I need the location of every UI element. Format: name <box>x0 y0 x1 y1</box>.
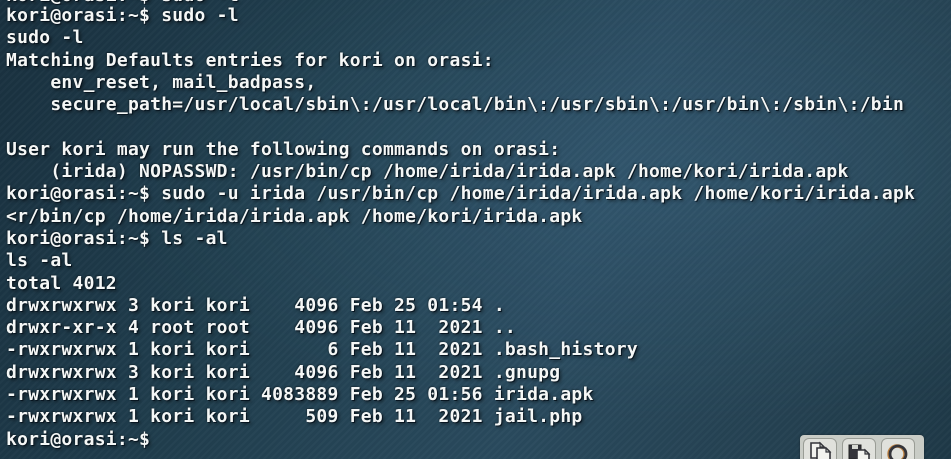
terminal-line: <r/bin/cp /home/irida/irida.apk /home/ko… <box>6 205 583 227</box>
search-icon <box>887 444 908 459</box>
terminal-line: env_reset, mail_badpass, <box>6 71 317 93</box>
terminal-line: drwxr-xr-x 4 root root 4096 Feb 11 2021 … <box>6 317 516 339</box>
terminal-line: kori@orasi:~$ sudo -l <box>6 5 239 26</box>
terminal-line: (irida) NOPASSWD: /usr/bin/cp /home/irid… <box>6 161 849 183</box>
save-icon <box>848 444 871 459</box>
terminal-line: sudo -l <box>6 27 84 49</box>
save-button[interactable] <box>842 438 876 459</box>
terminal-line: -rwxrwxrwx 1 kori kori 509 Feb 11 2021 j… <box>6 406 583 428</box>
terminal-line: secure_path=/usr/local/sbin\:/usr/local/… <box>6 94 905 116</box>
copy-icon <box>810 441 832 459</box>
terminal-line: kori@orasi:~$ sudo -u irida /usr/bin/cp … <box>6 183 916 205</box>
terminal-line: -rwxrwxrwx 1 kori kori 6 Feb 11 2021 .ba… <box>6 339 638 361</box>
terminal-line: drwxrwxrwx 3 kori kori 4096 Feb 11 2021 … <box>6 361 561 383</box>
terminal-screen[interactable]: kori@orasi:~$ sudo -l kori@orasi:~$ sudo… <box>0 0 951 459</box>
terminal-line: Matching Defaults entries for kori on or… <box>6 49 494 71</box>
terminal-line: User kori may run the following commands… <box>6 138 561 160</box>
search-button[interactable] <box>881 438 915 459</box>
overlay-toolbar <box>800 435 924 459</box>
terminal-line: -rwxrwxrwx 1 kori kori 4083889 Feb 25 01… <box>6 384 594 406</box>
terminal-line: drwxrwxrwx 3 kori kori 4096 Feb 25 01:54… <box>6 294 505 316</box>
terminal-line: kori@orasi:~$ ls -al <box>6 227 228 249</box>
terminal-line: ls -al <box>6 250 73 272</box>
copy-button[interactable] <box>803 438 837 459</box>
terminal-line: total 4012 <box>6 272 117 294</box>
